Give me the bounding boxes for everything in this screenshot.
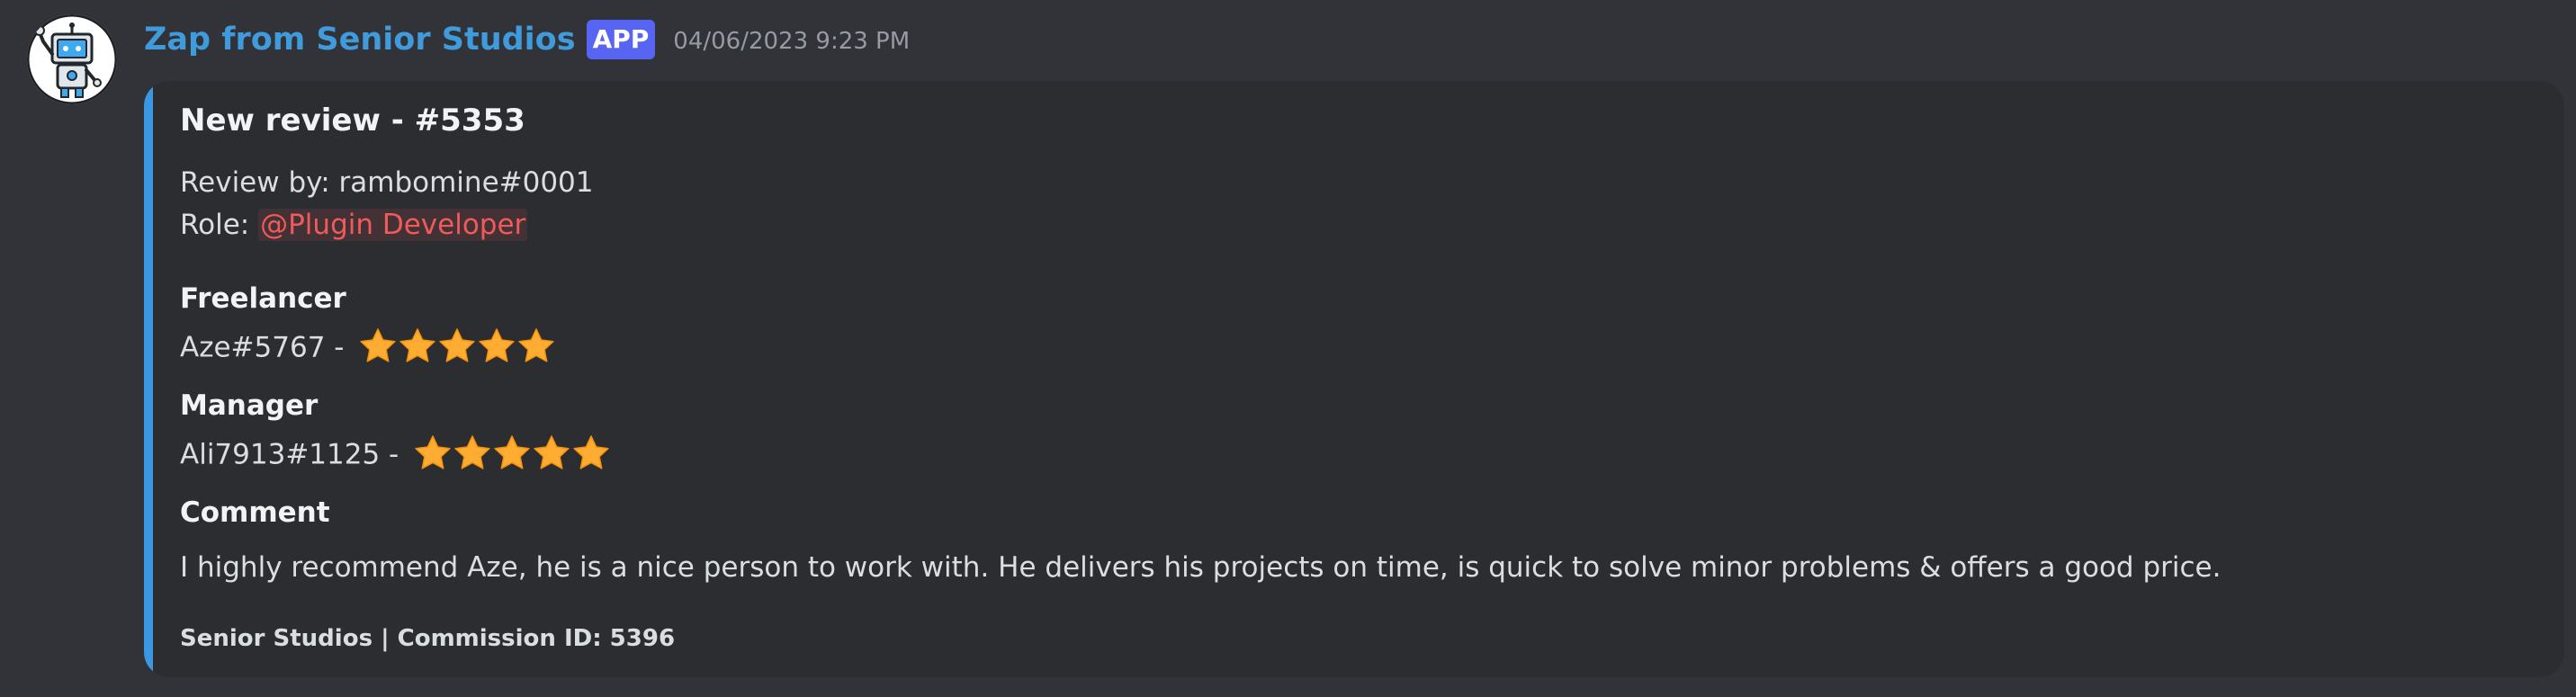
field-name-comment: Comment bbox=[180, 496, 330, 529]
review-embed: New review - #5353 Review by: rambomine#… bbox=[144, 81, 2564, 677]
embed-footer: Senior Studios | Commission ID: 5396 bbox=[180, 625, 676, 652]
field-value-freelancer: Aze#5767 - bbox=[180, 326, 556, 369]
embed-accent-bar bbox=[144, 81, 153, 677]
review-by-line: Review by: rambomine#0001 bbox=[180, 166, 594, 199]
message-header: Zap from Senior Studios APP 04/06/2023 9… bbox=[144, 16, 910, 63]
manager-rating-stars bbox=[413, 433, 611, 473]
star-icon bbox=[437, 326, 477, 366]
star-icon bbox=[532, 433, 571, 473]
field-value-comment: I highly recommend Aze, he is a nice per… bbox=[180, 551, 2221, 584]
star-icon bbox=[571, 433, 611, 473]
star-icon bbox=[492, 433, 532, 473]
freelancer-rating-stars bbox=[358, 326, 556, 366]
chat-message: Zap from Senior Studios APP 04/06/2023 9… bbox=[0, 0, 2576, 697]
message-timestamp[interactable]: 04/06/2023 9:23 PM bbox=[673, 24, 910, 55]
star-icon bbox=[453, 433, 492, 473]
role-mention[interactable]: @Plugin Developer bbox=[258, 209, 528, 241]
manager-name: Ali7913#1125 - bbox=[180, 438, 408, 471]
star-icon bbox=[516, 326, 556, 366]
app-badge: APP bbox=[586, 20, 656, 59]
star-icon bbox=[398, 326, 437, 366]
author-name[interactable]: Zap from Senior Studios bbox=[144, 22, 576, 58]
star-icon bbox=[358, 326, 398, 366]
star-icon bbox=[477, 326, 516, 366]
robot-avatar-icon bbox=[27, 14, 117, 104]
role-label: Role: bbox=[180, 209, 259, 241]
embed-title: New review - #5353 bbox=[180, 103, 525, 139]
role-line: Role: @Plugin Developer bbox=[180, 209, 528, 241]
star-icon bbox=[413, 433, 453, 473]
freelancer-name: Aze#5767 - bbox=[180, 331, 354, 364]
avatar[interactable] bbox=[27, 14, 117, 104]
field-name-manager: Manager bbox=[180, 389, 319, 422]
field-name-freelancer: Freelancer bbox=[180, 282, 346, 315]
field-value-manager: Ali7913#1125 - bbox=[180, 433, 611, 476]
